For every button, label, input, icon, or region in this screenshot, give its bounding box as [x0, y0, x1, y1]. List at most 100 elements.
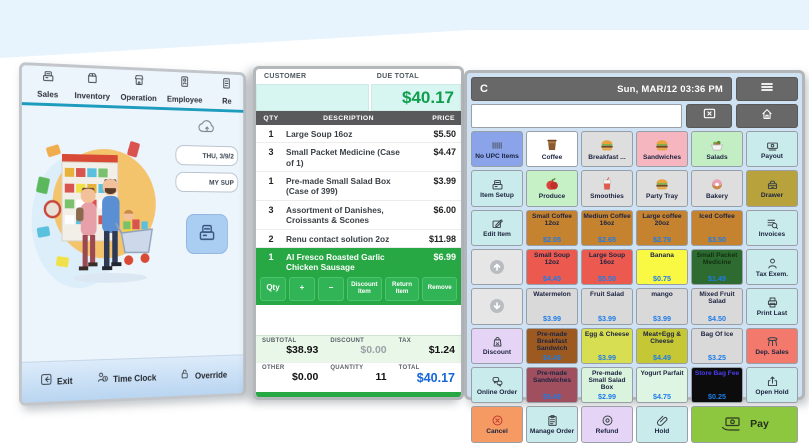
watermelon-button[interactable]: Watermelon$3.99	[526, 288, 578, 324]
coffee-button[interactable]: Coffee	[526, 131, 578, 167]
tab-operation[interactable]: Operation	[120, 73, 156, 104]
order-item-row[interactable]: 3Small Packet Medicine (Case of 1)$4.47	[256, 143, 461, 172]
item-description: Assortment of Danishes, Croissants & Sco…	[286, 205, 412, 226]
medium-coffee-16oz-button[interactable]: Medium Coffee 16oz$2.65	[581, 210, 633, 246]
footer-label: Time Clock	[113, 373, 156, 384]
iced-coffee-button[interactable]: Iced Coffee$3.50	[691, 210, 743, 246]
qty-button[interactable]: Qty	[260, 277, 286, 301]
receipt-total-strip: $40.17	[256, 84, 461, 111]
small-packet-medicine-button[interactable]: Small Packet Medicine$1.49	[691, 249, 743, 285]
mixed-fruit-salad-button[interactable]: Mixed Fruit Salad$4.50	[691, 288, 743, 324]
salads-button[interactable]: Salads	[691, 131, 743, 167]
tab-employee[interactable]: Employee	[167, 75, 202, 105]
banana-button[interactable]: Banana$0.75	[636, 249, 688, 285]
no-upc-items-button[interactable]: No UPC Items	[471, 131, 523, 167]
store-bag-fee-button[interactable]: Store Bag Fee$0.25	[691, 367, 743, 403]
item-description: Renu contact solution 2oz	[286, 234, 412, 244]
pre-made-small-salad-box-button[interactable]: Pre-made Small Salad Box$2.99	[581, 367, 633, 403]
store-name-button[interactable]: MY SUP	[175, 172, 238, 193]
menu-button[interactable]	[736, 77, 798, 101]
smoothies-button[interactable]: Smoothies	[581, 170, 633, 206]
invoices-button[interactable]: Invoices	[746, 210, 798, 246]
online-order-button[interactable]: Online Order	[471, 367, 523, 403]
mango-button[interactable]: mango$3.99	[636, 288, 688, 324]
hold-button[interactable]: Hold	[636, 406, 688, 442]
selected-item-row[interactable]: 1Al Fresco Roasted Garlic Chicken Sausag…	[256, 248, 461, 305]
print-last-button[interactable]: Print Last	[746, 288, 798, 324]
order-item-row[interactable]: 2Renu contact solution 2oz$11.98	[256, 230, 461, 248]
decrease-qty-button[interactable]: −	[318, 277, 344, 301]
pos-app: Sales Inventory Operation Employee Re	[0, 0, 809, 443]
egg-cheese-button[interactable]: Egg & Cheese$3.99	[581, 328, 633, 364]
order-item-row[interactable]: 3Assortment of Danishes, Croissants & Sc…	[256, 201, 461, 230]
item-setup-button[interactable]: Item Setup	[471, 170, 523, 206]
increase-qty-button[interactable]: +	[289, 277, 315, 301]
button-label: Drawer	[761, 192, 783, 199]
sandwiches-button[interactable]: Sandwiches	[636, 131, 688, 167]
cancel-button[interactable]: Cancel	[471, 406, 523, 442]
button-price: $4.49	[653, 353, 671, 362]
button-label: Online Order	[477, 389, 517, 396]
scroll-down-button[interactable]	[471, 288, 523, 324]
scroll-up-button[interactable]	[471, 249, 523, 285]
produce-button[interactable]: Produce	[526, 170, 578, 206]
clear-search-button[interactable]	[686, 104, 732, 128]
fruit-salad-button[interactable]: Fruit Salad$3.99	[581, 288, 633, 324]
tab-inventory[interactable]: Inventory	[75, 70, 111, 101]
breakfast-button[interactable]: Breakfast ...	[581, 131, 633, 167]
override-button[interactable]: Override	[179, 366, 227, 385]
dep-sales-button[interactable]: Dep. Sales	[746, 328, 798, 364]
customer-field[interactable]	[256, 84, 369, 111]
exit-button[interactable]: Exit	[40, 372, 73, 391]
return-item-button[interactable]: Return Item	[385, 277, 420, 301]
drawer-button[interactable]: Drawer	[746, 170, 798, 206]
button-price: $3.99	[598, 353, 616, 362]
discount-item-button[interactable]: Discount Item	[347, 277, 382, 301]
search-input[interactable]	[471, 104, 682, 128]
payout-button[interactable]: Payout	[746, 131, 798, 167]
discount-button[interactable]: Discount	[471, 328, 523, 364]
donut-icon	[709, 176, 725, 192]
register-icon	[491, 178, 504, 191]
button-label: Pre-made Breakfast Sandwich	[528, 331, 576, 352]
button-label: Bag Of Ice	[701, 331, 734, 338]
edit-item-button[interactable]: Edit Item	[471, 210, 523, 246]
large-coffee-20oz-button[interactable]: Large coffee 20oz$2.79	[636, 210, 688, 246]
burger-icon	[599, 137, 615, 153]
tab-sales[interactable]: Sales	[32, 69, 64, 100]
pre-made-sandwiches-button[interactable]: Pre-made Sandwiches$5.49	[526, 367, 578, 403]
button-label: Hold	[655, 428, 670, 435]
refund-button[interactable]: Refund	[581, 406, 633, 442]
customer-display-indicator: C	[480, 83, 488, 95]
open-hold-button[interactable]: Open Hold	[746, 367, 798, 403]
order-item-row[interactable]: 1Large Soup 16oz$5.50	[256, 125, 461, 143]
large-soup-16oz-button[interactable]: Large Soup 16oz$5.50	[581, 249, 633, 285]
manage-order-button[interactable]: Manage Order	[526, 406, 578, 442]
item-description: Al Fresco Roasted Garlic Chicken Sausage	[286, 252, 412, 273]
pay-button[interactable]: Pay	[691, 406, 798, 442]
coffee-icon	[544, 137, 560, 153]
business-date-button[interactable]: THU, 3/9/2	[175, 145, 238, 166]
cancel-icon	[491, 414, 504, 427]
time-clock-button[interactable]: Time Clock	[96, 369, 156, 389]
order-item-row[interactable]: 1Pre-made Small Salad Box (Case of 399)$…	[256, 172, 461, 201]
item-qty: 3	[256, 147, 286, 168]
yogurt-parfait-button[interactable]: Yogurt Parfait$4.75	[636, 367, 688, 403]
discount-bag-icon	[491, 335, 504, 348]
receipt-table-header: QTY DESCRIPTION PRICE	[256, 111, 461, 125]
bakery-button[interactable]: Bakery	[691, 170, 743, 206]
remove-button[interactable]: Remove	[422, 277, 457, 301]
small-soup-12oz-button[interactable]: Small Soup 12oz$4.45	[526, 249, 578, 285]
tax-exem-button[interactable]: Tax Exem.	[746, 249, 798, 285]
party-tray-button[interactable]: Party Tray	[636, 170, 688, 206]
pre-made-breakfast-sandwich-button[interactable]: Pre-made Breakfast Sandwich$4.49	[526, 328, 578, 364]
open-register-button[interactable]	[186, 214, 228, 254]
meat-egg-cheese-button[interactable]: Meat+Egg & Cheese$4.49	[636, 328, 688, 364]
apple-icon	[544, 176, 560, 192]
tab-re[interactable]: Re	[212, 77, 241, 107]
small-coffee-12oz-button[interactable]: Small Coffee 12oz$2.05	[526, 210, 578, 246]
home-icon	[760, 107, 774, 126]
home-button[interactable]	[736, 104, 798, 128]
menu-icon	[759, 79, 775, 100]
bag-of-ice-button[interactable]: Bag Of Ice$3.25	[691, 328, 743, 364]
